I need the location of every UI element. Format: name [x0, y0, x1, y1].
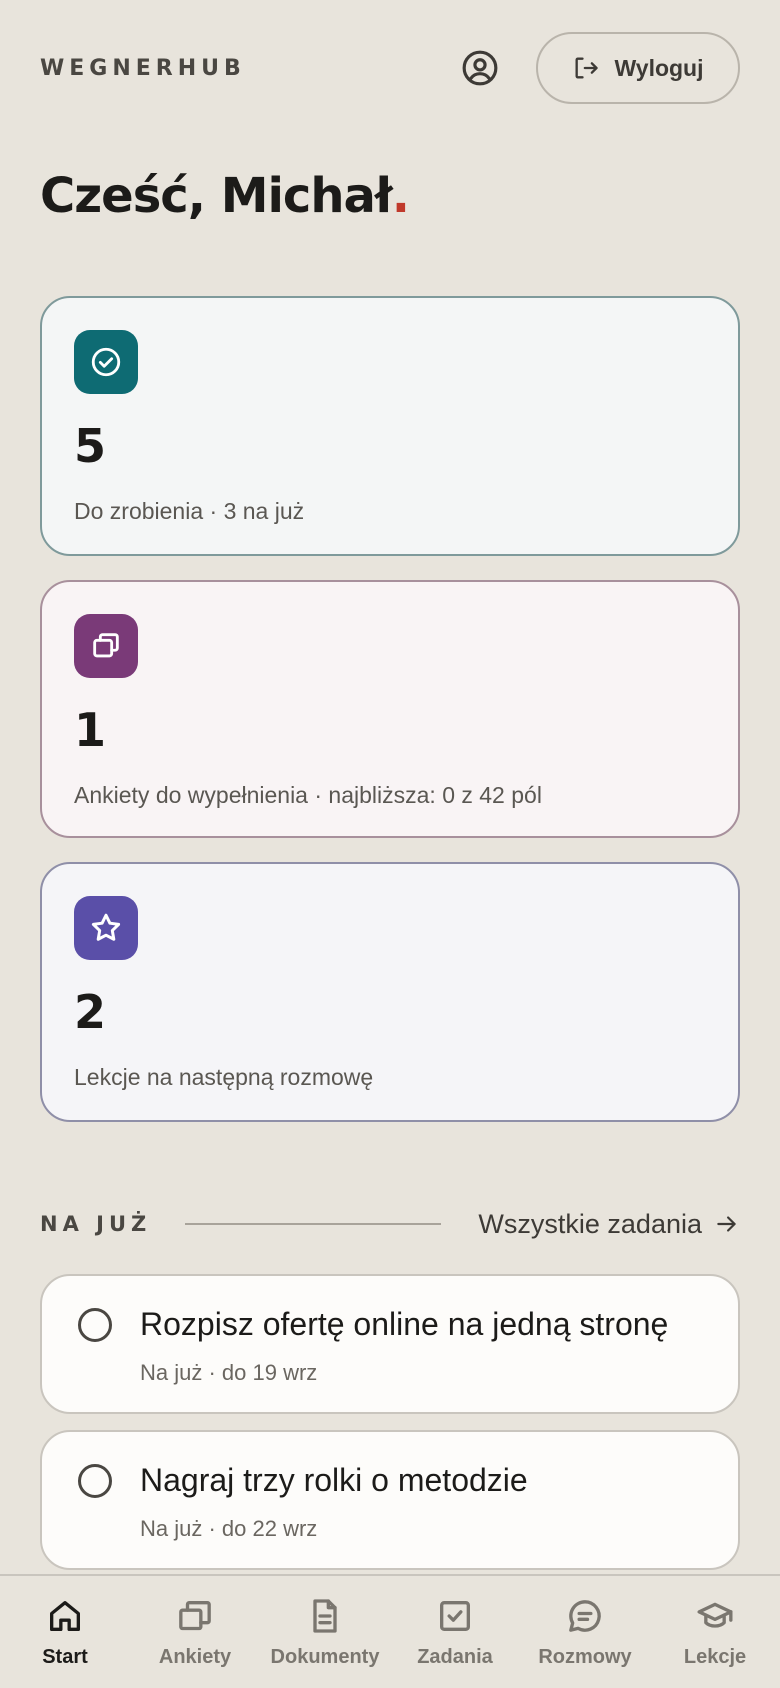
- stat-card-value: 5: [74, 419, 107, 473]
- stat-card-value: 2: [74, 985, 107, 1039]
- document-icon: [313, 1599, 337, 1633]
- stat-card-todo[interactable]: 5 Do zrobienia · 3 na już: [40, 296, 740, 556]
- logout-icon: [575, 57, 599, 79]
- logout-button[interactable]: Wyloguj: [536, 32, 740, 104]
- stat-card-subtitle: Ankiety do wypełnienia · najbliższa: 0 z…: [74, 782, 542, 808]
- chat-icon: [569, 1600, 601, 1632]
- header: WEGNERHUB Wyloguj: [40, 32, 740, 104]
- nav-item-rozmowy[interactable]: Rozmowy: [520, 1596, 650, 1669]
- stat-card-icon-box: [74, 614, 138, 678]
- task-item[interactable]: Nagraj trzy rolki o metodzie Na już · do…: [40, 1430, 740, 1570]
- nav-label: Zadania: [417, 1646, 493, 1668]
- star-icon: [91, 913, 121, 941]
- nav-label: Lekcje: [683, 1646, 747, 1668]
- stat-card-icon-box: [74, 896, 138, 960]
- section-divider: [185, 1223, 442, 1225]
- stacked-cards-icon: [93, 633, 119, 658]
- task-checkbox[interactable]: [78, 1464, 112, 1498]
- stat-card-icon-box: [74, 330, 138, 394]
- all-tasks-label: Wszystkie zadania: [478, 1208, 702, 1239]
- bottom-nav: Start Ankiety Dokumenty Zadania Rozmowy …: [0, 1574, 780, 1688]
- stat-card-subtitle: Lekcje na następną rozmowę: [74, 1064, 374, 1090]
- nav-label: Ankiety: [158, 1646, 232, 1668]
- stat-card-value: 1: [74, 703, 107, 757]
- home-icon: [50, 1601, 81, 1631]
- section-header: NA JUŻ Wszystkie zadania: [40, 1200, 740, 1248]
- task-checkbox[interactable]: [78, 1308, 112, 1342]
- task-meta: Na już · do 19 wrz: [140, 1360, 318, 1385]
- nav-label: Rozmowy: [538, 1646, 632, 1668]
- nav-item-dokumenty[interactable]: Dokumenty: [260, 1596, 390, 1669]
- nav-item-lekcje[interactable]: Lekcje: [650, 1596, 780, 1669]
- stat-card-subtitle: Do zrobienia · 3 na już: [74, 498, 305, 524]
- nav-item-ankiety[interactable]: Ankiety: [130, 1596, 260, 1669]
- brand-logo[interactable]: WEGNERHUB: [40, 56, 246, 81]
- nav-label: Dokumenty: [270, 1646, 380, 1668]
- graduation-cap-icon: [697, 1602, 733, 1628]
- all-tasks-link[interactable]: Wszystkie zadania: [478, 1209, 740, 1240]
- task-meta: Na już · do 22 wrz: [140, 1516, 318, 1541]
- nav-item-start[interactable]: Start: [0, 1596, 130, 1669]
- nav-label: Start: [42, 1646, 88, 1668]
- nav-item-zadania[interactable]: Zadania: [390, 1596, 520, 1669]
- task-title: Rozpisz ofertę online na jedną stronę: [140, 1306, 669, 1342]
- profile-button[interactable]: [458, 46, 502, 90]
- stat-card-lessons[interactable]: 2 Lekcje na następną rozmowę: [40, 862, 740, 1122]
- task-title: Nagraj trzy rolki o metodzie: [140, 1462, 528, 1498]
- section-title: NA JUŻ: [40, 1212, 152, 1236]
- checkbox-icon: [440, 1601, 470, 1631]
- arrow-right-icon: [717, 1216, 736, 1232]
- user-circle-icon: [462, 50, 498, 86]
- stat-card-surveys[interactable]: 1 Ankiety do wypełnienia · najbliższa: 0…: [40, 580, 740, 838]
- check-circle-icon: [91, 347, 121, 377]
- page-title: Cześć, Michał.: [40, 168, 410, 224]
- task-item[interactable]: Rozpisz ofertę online na jedną stronę Na…: [40, 1274, 740, 1414]
- greeting-accent: .: [391, 168, 410, 224]
- greeting-text: Cześć, Michał: [40, 168, 393, 224]
- stacked-cards-icon: [179, 1601, 211, 1631]
- app-root: WEGNERHUB Wyloguj Cześć, Michał. 5 Do zr…: [0, 0, 780, 1688]
- logout-label: Wyloguj: [614, 54, 704, 81]
